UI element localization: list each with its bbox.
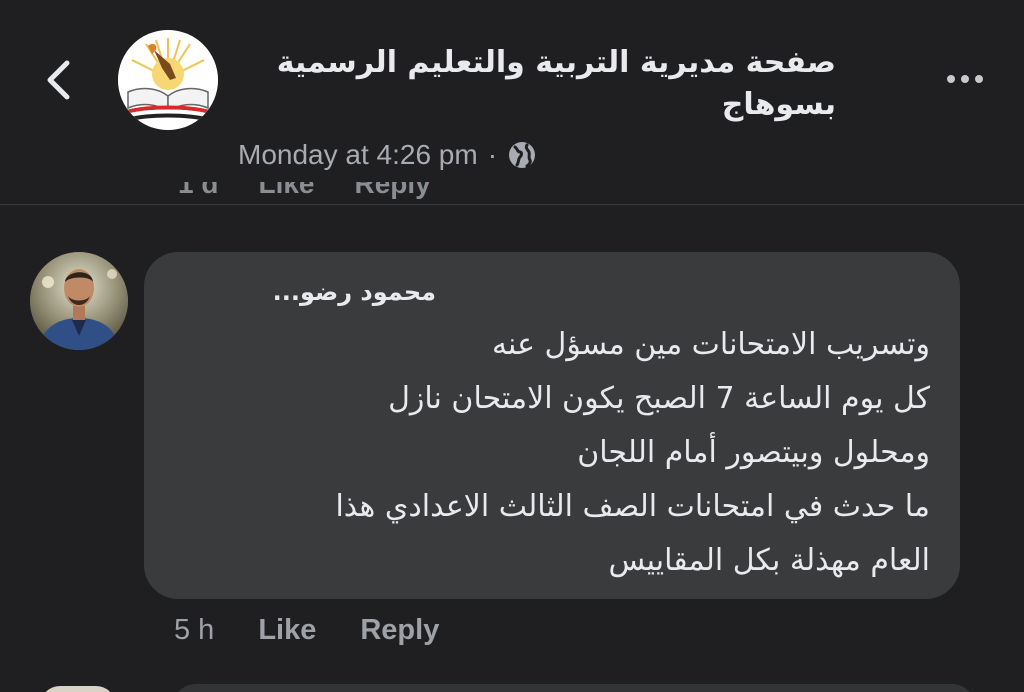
post-timestamp[interactable]: Monday at 4:26 pm bbox=[238, 139, 478, 171]
post-comments-screen: صفحة مديرية التربية والتعليم الرسمية بسو… bbox=[0, 0, 1024, 692]
post-header: صفحة مديرية التربية والتعليم الرسمية بسو… bbox=[0, 0, 1024, 205]
comment-time[interactable]: 5 h bbox=[174, 614, 214, 647]
more-horizontal-icon bbox=[947, 75, 983, 83]
next-comment-bubble[interactable] bbox=[172, 684, 976, 692]
comment-line: ما حدث في امتحانات الصف الثالث الاعدادي … bbox=[335, 489, 930, 524]
comment-author[interactable]: محمود رضو... bbox=[273, 272, 436, 312]
commenter-photo bbox=[30, 252, 128, 350]
globe-icon[interactable] bbox=[507, 140, 537, 170]
meta-separator: · bbox=[487, 139, 498, 170]
comment-actions: 5 h Like Reply bbox=[174, 610, 483, 650]
like-button[interactable]: Like bbox=[258, 614, 316, 647]
header-divider bbox=[0, 204, 1024, 205]
commenter-avatar[interactable] bbox=[30, 252, 128, 350]
comment-line: كل يوم الساعة 7 الصبح يكون الامتحان نازل bbox=[388, 381, 930, 416]
back-button[interactable] bbox=[34, 54, 82, 106]
previous-like-button[interactable]: Like bbox=[258, 182, 314, 198]
page-name[interactable]: صفحة مديرية التربية والتعليم الرسمية بسو… bbox=[236, 42, 836, 126]
page-name-line-1[interactable]: صفحة مديرية التربية والتعليم الرسمية bbox=[236, 42, 836, 84]
page-name-line-2[interactable]: بسوهاج bbox=[236, 84, 836, 126]
comment-line: ومحلول وبيتصور أمام اللجان bbox=[577, 435, 930, 470]
comment-line: وتسريب الامتحانات مين مسؤل عنه bbox=[491, 327, 930, 362]
comment-line: العام مهذلة بكل المقاييس bbox=[608, 543, 930, 578]
more-options-button[interactable] bbox=[940, 62, 990, 96]
chevron-left-icon bbox=[47, 60, 70, 100]
previous-comment-time: 1 d bbox=[178, 182, 219, 199]
previous-reply-button[interactable]: Reply bbox=[355, 182, 431, 198]
reply-button[interactable]: Reply bbox=[360, 614, 439, 647]
page-avatar[interactable] bbox=[118, 30, 218, 130]
post-meta: Monday at 4:26 pm · bbox=[238, 138, 537, 172]
comment-text: وتسريب الامتحانات مين مسؤل عنه كل يوم ال… bbox=[170, 318, 930, 588]
next-commenter-avatar[interactable] bbox=[40, 686, 116, 692]
page-logo bbox=[118, 30, 218, 130]
previous-comment-actions: 1 d Like Reply bbox=[178, 182, 431, 204]
